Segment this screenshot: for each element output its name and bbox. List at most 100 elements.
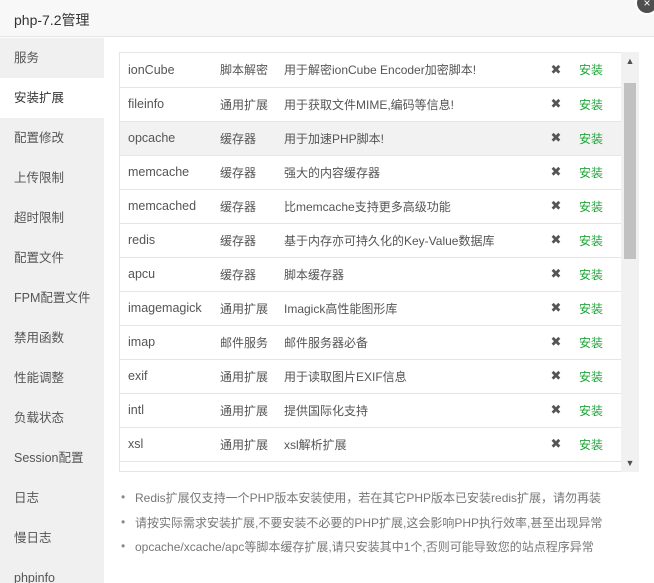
extension-description: 用于读取图片EXIF信息 bbox=[284, 359, 537, 394]
not-installed-icon: ✖ bbox=[537, 393, 575, 428]
tip-text: opcache/xcache/apc等脚本缓存扩展,请只安装其中1个,否则可能导… bbox=[135, 540, 594, 554]
extension-name: imap bbox=[120, 325, 220, 360]
sidebar: 服务 安装扩展 配置修改 上传限制 超时限制 配置文件 FPM配置文件 禁用函数 性能调整 负载状… bbox=[0, 38, 104, 583]
extension-type: 通用扩展 bbox=[220, 393, 284, 428]
sidebar-item[interactable]: 超时限制 bbox=[0, 198, 104, 238]
extensions-table: ionCube 脚本解密 用于解密ionCube Encoder加密脚本! ✖ 安装 fi… bbox=[119, 52, 639, 472]
extension-description: 提供国际化支持 bbox=[284, 393, 537, 428]
extension-row: imagemagick 通用扩展 Imagick高性能图形库 ✖ 安装 bbox=[120, 291, 622, 326]
sidebar-item[interactable]: 日志 bbox=[0, 478, 104, 518]
title-bar: php-7.2管理 bbox=[0, 0, 654, 37]
install-link[interactable]: 安装 bbox=[575, 87, 622, 122]
extension-description: 强大的内容缓存器 bbox=[284, 155, 537, 190]
extension-description: 基于内存亦可持久化的Key-Value数据库 bbox=[284, 223, 537, 258]
install-link[interactable]: 安装 bbox=[575, 155, 622, 190]
not-installed-icon: ✖ bbox=[537, 223, 575, 258]
sidebar-item[interactable]: phpinfo bbox=[0, 558, 104, 583]
bullet-icon: • bbox=[121, 514, 126, 529]
not-installed-icon: ✖ bbox=[537, 325, 575, 360]
extension-type: 通用扩展 bbox=[220, 427, 284, 462]
scroll-up-arrow-icon[interactable]: ▲ bbox=[621, 52, 639, 70]
extension-description: 脚本缓存器 bbox=[284, 257, 537, 292]
extension-description: 用于获取文件MIME,编码等信息! bbox=[284, 87, 537, 122]
install-link[interactable]: 安装 bbox=[575, 393, 622, 428]
install-link[interactable]: 安装 bbox=[575, 427, 622, 462]
extension-row: imap 邮件服务 邮件服务器必备 ✖ 安装 bbox=[120, 325, 622, 360]
tip-item: • Redis扩展仅支持一个PHP版本安装使用，若在其它PHP版本已安装redis… bbox=[119, 489, 639, 514]
not-installed-icon: ✖ bbox=[537, 53, 575, 88]
sidebar-item[interactable]: 性能调整 bbox=[0, 358, 104, 398]
extension-type: 通用扩展 bbox=[220, 291, 284, 326]
sidebar-item[interactable]: 配置修改 bbox=[0, 118, 104, 158]
extension-type: 缓存器 bbox=[220, 121, 284, 156]
not-installed-icon: ✖ bbox=[537, 427, 575, 462]
extension-row: exif 通用扩展 用于读取图片EXIF信息 ✖ 安装 bbox=[120, 359, 622, 394]
install-link[interactable]: 安装 bbox=[575, 291, 622, 326]
extension-description: Imagick高性能图形库 bbox=[284, 291, 537, 326]
extension-row: opcache 缓存器 用于加速PHP脚本! ✖ 安装 bbox=[120, 121, 622, 156]
install-link[interactable]: 安装 bbox=[575, 189, 622, 224]
scroll-thumb[interactable] bbox=[624, 83, 636, 259]
scroll-down-arrow-icon[interactable]: ▼ bbox=[621, 454, 639, 472]
sidebar-item[interactable]: 配置文件 bbox=[0, 238, 104, 278]
sidebar-item[interactable]: 服务 bbox=[0, 38, 104, 78]
extension-row: xsl 通用扩展 xsl解析扩展 ✖ 安装 bbox=[120, 427, 622, 462]
extension-description: 邮件服务器必备 bbox=[284, 325, 537, 360]
extension-name: memcache bbox=[120, 155, 220, 190]
bullet-icon: • bbox=[121, 539, 126, 553]
install-link[interactable]: 安装 bbox=[575, 325, 622, 360]
extension-description: 用于解密ionCube Encoder加密脚本! bbox=[284, 53, 537, 88]
extension-name: exif bbox=[120, 359, 220, 394]
not-installed-icon: ✖ bbox=[537, 155, 575, 190]
table-scrollbar[interactable]: ▲ ▼ bbox=[621, 52, 639, 472]
extension-name: redis bbox=[120, 223, 220, 258]
extension-name: intl bbox=[120, 393, 220, 428]
sidebar-item[interactable]: 慢日志 bbox=[0, 518, 104, 558]
not-installed-icon: ✖ bbox=[537, 189, 575, 224]
extension-row: intl 通用扩展 提供国际化支持 ✖ 安装 bbox=[120, 393, 622, 428]
sidebar-item[interactable]: Session配置 bbox=[0, 438, 104, 478]
install-link[interactable]: 安装 bbox=[575, 53, 622, 88]
install-link[interactable]: 安装 bbox=[575, 257, 622, 292]
extension-name: fileinfo bbox=[120, 87, 220, 122]
extension-type: 缓存器 bbox=[220, 155, 284, 190]
extension-description: 用于加速PHP脚本! bbox=[284, 121, 537, 156]
not-installed-icon: ✖ bbox=[537, 291, 575, 326]
extension-row: ionCube 脚本解密 用于解密ionCube Encoder加密脚本! ✖ 安装 bbox=[120, 53, 622, 88]
extension-type: 缓存器 bbox=[220, 223, 284, 258]
tip-text: 请按实际需求安装扩展,不要安装不必要的PHP扩展,这会影响PHP执行效率,甚至出… bbox=[135, 515, 603, 530]
sidebar-item[interactable]: 上传限制 bbox=[0, 158, 104, 198]
extension-name: ionCube bbox=[120, 53, 220, 88]
extension-description: 比memcache支持更多高级功能 bbox=[284, 189, 537, 224]
extension-description: xsl解析扩展 bbox=[284, 427, 537, 462]
install-link[interactable]: 安装 bbox=[575, 121, 622, 156]
sidebar-item[interactable]: FPM配置文件 bbox=[0, 278, 104, 318]
extension-name: apcu bbox=[120, 257, 220, 292]
install-link[interactable]: 安装 bbox=[575, 359, 622, 394]
tip-item: • 请按实际需求安装扩展,不要安装不必要的PHP扩展,这会影响PHP执行效率,甚至… bbox=[119, 514, 639, 539]
tip-text: Redis扩展仅支持一个PHP版本安装使用，若在其它PHP版本已安装redis扩… bbox=[135, 491, 602, 505]
extension-name: imagemagick bbox=[120, 291, 220, 326]
extension-type: 缓存器 bbox=[220, 189, 284, 224]
not-installed-icon: ✖ bbox=[537, 87, 575, 122]
tips-list: • Redis扩展仅支持一个PHP版本安装使用，若在其它PHP版本已安装redis… bbox=[119, 489, 639, 563]
extension-name: opcache bbox=[120, 121, 220, 156]
not-installed-icon: ✖ bbox=[537, 359, 575, 394]
extension-row: redis 缓存器 基于内存亦可持久化的Key-Value数据库 ✖ 安装 bbox=[120, 223, 622, 258]
extension-name: memcached bbox=[120, 189, 220, 224]
window-title: php-7.2管理 bbox=[14, 12, 90, 28]
extensions-table-body: ionCube 脚本解密 用于解密ionCube Encoder加密脚本! ✖ 安装 fi… bbox=[120, 53, 622, 462]
sidebar-item[interactable]: 负载状态 bbox=[0, 398, 104, 438]
extension-row: fileinfo 通用扩展 用于获取文件MIME,编码等信息! ✖ 安装 bbox=[120, 87, 622, 122]
extension-type: 通用扩展 bbox=[220, 359, 284, 394]
sidebar-item[interactable]: 安装扩展 bbox=[0, 78, 104, 118]
install-link[interactable]: 安装 bbox=[575, 223, 622, 258]
extension-name: xsl bbox=[120, 427, 220, 462]
extension-row: memcached 缓存器 比memcache支持更多高级功能 ✖ 安装 bbox=[120, 189, 622, 224]
bullet-icon: • bbox=[121, 490, 126, 504]
sidebar-item[interactable]: 禁用函数 bbox=[0, 318, 104, 358]
tip-item: • opcache/xcache/apc等脚本缓存扩展,请只安装其中1个,否则可能… bbox=[119, 538, 639, 563]
extension-type: 通用扩展 bbox=[220, 87, 284, 122]
not-installed-icon: ✖ bbox=[537, 257, 575, 292]
extension-type: 脚本解密 bbox=[220, 53, 284, 88]
